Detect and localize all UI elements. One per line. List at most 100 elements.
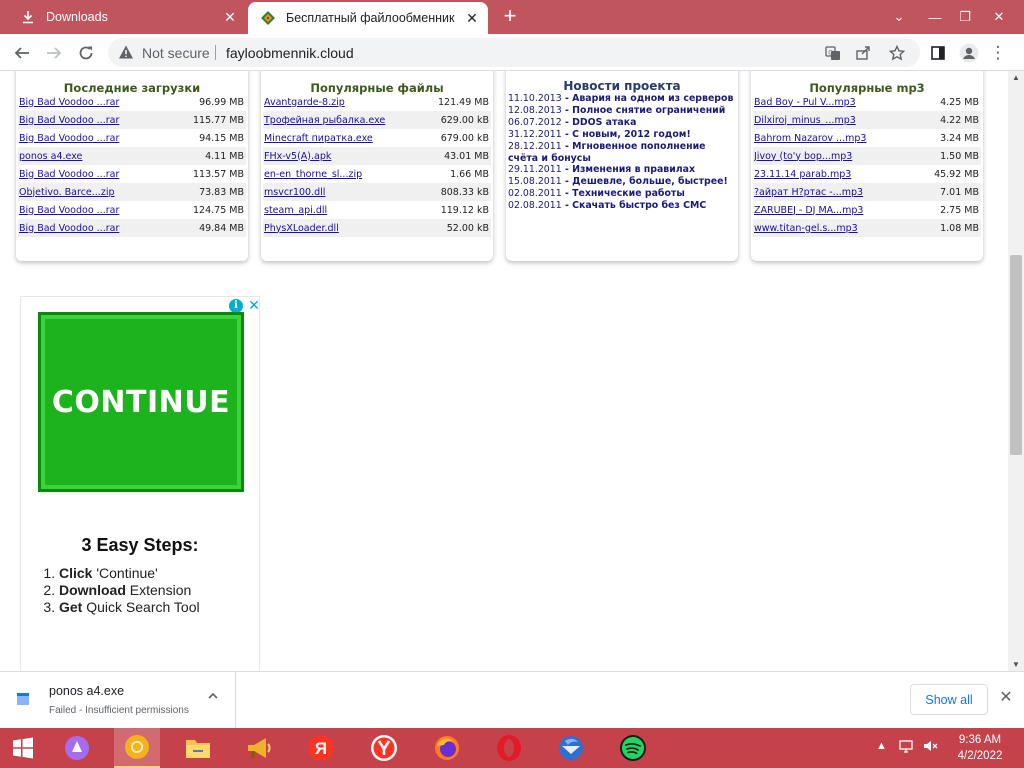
forward-button[interactable] <box>40 39 68 67</box>
file-link[interactable]: Minecraft пиратка.exe <box>264 133 441 144</box>
file-row: FHx-v5(A).apk 43.01 MB <box>263 147 491 165</box>
file-size: 96.99 MB <box>199 96 244 108</box>
megaphone-app-icon[interactable] <box>236 728 282 768</box>
yandex-browser-icon[interactable] <box>361 728 407 768</box>
scroll-down-icon[interactable]: ▼ <box>1012 660 1020 669</box>
file-link[interactable]: 23.11.14 parab.mp3 <box>754 169 934 180</box>
news-item[interactable]: 11.10.2013 - Авария на одном из серверов <box>508 93 738 105</box>
file-link[interactable]: ZARUBEJ - DJ MA...mp3 <box>754 205 940 216</box>
file-link[interactable]: FHx-v5(A).apk <box>264 151 444 162</box>
side-panel-icon[interactable] <box>924 39 952 67</box>
thunderbird-icon[interactable] <box>548 728 594 768</box>
news-title[interactable]: Полное снятие ограничений <box>572 105 725 116</box>
file-link[interactable]: msvcr100.dll <box>264 187 441 198</box>
close-window-button[interactable]: ✕ <box>982 0 1016 34</box>
file-row: Dilxiroj_minus_...mp3 4.22 MB <box>753 111 981 129</box>
yandex-icon[interactable]: Я <box>298 728 344 768</box>
news-item[interactable]: 02.08.2011 - Скачать быстро без СМС <box>508 200 738 212</box>
file-link[interactable]: Big Bad Voodoo ...rar <box>19 115 193 126</box>
bookmark-star-icon[interactable] <box>888 44 906 62</box>
file-link[interactable]: steam_api.dll <box>264 205 441 216</box>
warning-icon[interactable] <box>118 44 134 60</box>
news-title[interactable]: С новым, 2012 годом! <box>572 129 691 140</box>
download-item[interactable]: ponos a4.exe Failed - Insufficient permi… <box>0 672 236 728</box>
panel-title: Новости проекта <box>563 79 681 93</box>
tab-downloads[interactable]: Downloads ✕ <box>8 0 246 34</box>
file-link[interactable]: PhysXLoader.dll <box>264 223 447 234</box>
file-link[interactable]: ?айрат Н?ртас -...mp3 <box>754 187 940 198</box>
chrome-taskbar-icon[interactable] <box>114 728 160 768</box>
ad-continue-button[interactable]: CONTINUE <box>38 312 244 492</box>
restore-button[interactable]: ❐ <box>948 0 982 34</box>
firefox-icon[interactable] <box>424 728 470 768</box>
close-tab-icon[interactable]: ✕ <box>222 9 238 25</box>
network-icon[interactable] <box>898 738 914 757</box>
back-button[interactable] <box>8 39 36 67</box>
file-explorer-icon[interactable] <box>175 728 221 768</box>
file-row: Big Bad Voodoo ...rar 124.75 MB <box>18 201 246 219</box>
security-label[interactable]: Not secure <box>142 45 210 61</box>
close-shelf-icon[interactable]: ✕ <box>996 688 1016 708</box>
file-link[interactable]: www.titan-gel.s...mp3 <box>754 223 940 234</box>
file-link[interactable]: ponos a4.exe <box>19 151 205 162</box>
news-date: 31.12.2011 <box>508 128 562 140</box>
news-title[interactable]: Дешевле, больше, быстрее! <box>572 176 728 187</box>
news-title[interactable]: Скачать быстро без СМС <box>572 200 706 211</box>
ad-step-action: Get <box>59 599 83 615</box>
chevron-up-icon[interactable] <box>205 690 221 706</box>
ad-close-icon[interactable]: ✕ <box>247 297 261 313</box>
news-title[interactable]: Технические работы <box>572 188 685 199</box>
ad-info-icon[interactable]: i <box>229 299 243 313</box>
file-link[interactable]: Bad Boy - Pul V...mp3 <box>754 97 940 108</box>
tab-search-icon[interactable]: ⌄ <box>882 0 916 34</box>
file-link[interactable]: Objetivo. Barce...zip <box>19 187 199 198</box>
file-link[interactable]: en-en_thorne_sl...zip <box>264 169 450 180</box>
file-link[interactable]: Big Bad Voodoo ...rar <box>19 223 199 234</box>
news-item[interactable]: 29.11.2011 - Изменения в правилах <box>508 164 738 176</box>
file-link[interactable]: Трофейная рыбалка.exe <box>264 115 441 126</box>
news-title[interactable]: Авария на одном из серверов <box>572 93 733 104</box>
ad-step-text: Extension <box>125 582 192 598</box>
more-menu-icon[interactable]: ⋮ <box>984 39 1012 67</box>
page-scrollbar[interactable]: ▲ ▼ <box>1008 71 1024 671</box>
file-link[interactable]: Big Bad Voodoo ...rar <box>19 205 193 216</box>
file-link[interactable]: Bahrom Nazarov ...mp3 <box>754 133 940 144</box>
file-link[interactable]: Big Bad Voodoo ...rar <box>19 169 193 180</box>
profile-avatar-icon[interactable] <box>955 39 983 67</box>
show-hidden-icons-icon[interactable]: ▲ <box>876 740 887 752</box>
news-item[interactable]: 02.08.2011 - Технические работы <box>508 188 738 200</box>
alice-assistant-icon[interactable] <box>54 728 100 768</box>
news-item[interactable]: 31.12.2011 - С новым, 2012 годом! <box>508 129 738 141</box>
spotify-icon[interactable] <box>610 728 656 768</box>
news-title[interactable]: DDOS атака <box>572 117 636 128</box>
show-all-button[interactable]: Show all <box>910 684 988 715</box>
address-bar[interactable]: Not secure fayloobmennik.cloud G <box>108 38 920 67</box>
scrollbar-thumb[interactable] <box>1010 255 1022 455</box>
news-item[interactable]: 15.08.2011 - Дешевле, больше, быстрее! <box>508 176 738 188</box>
start-button[interactable] <box>0 728 46 768</box>
close-tab-icon[interactable]: ✕ <box>464 10 480 26</box>
translate-icon[interactable]: G <box>824 44 842 62</box>
system-clock[interactable]: 9:36 AM 4/2/2022 <box>950 732 1010 764</box>
file-row: Big Bad Voodoo ...rar 94.15 MB <box>18 129 246 147</box>
share-icon[interactable] <box>854 44 872 62</box>
file-link[interactable]: Avantgarde-8.zip <box>264 97 438 108</box>
file-link[interactable]: Big Bad Voodoo ...rar <box>19 133 199 144</box>
reload-button[interactable] <box>72 39 100 67</box>
file-link[interactable]: Dilxiroj_minus_...mp3 <box>754 115 940 126</box>
news-title[interactable]: Изменения в правилах <box>572 164 695 175</box>
url-text[interactable]: fayloobmennik.cloud <box>226 45 354 61</box>
tab-file-sharing[interactable]: Бесплатный файлообменник бе ✕ <box>248 2 488 34</box>
file-link[interactable]: Big Bad Voodoo ...rar <box>19 97 199 108</box>
news-item[interactable]: 12.08.2013 - Полное снятие ограничений <box>508 105 738 117</box>
new-tab-button[interactable]: + <box>498 5 522 29</box>
minimize-button[interactable]: — <box>918 0 952 34</box>
opera-icon[interactable] <box>486 728 532 768</box>
file-list: Bad Boy - Pul V...mp3 4.25 MB Dilxiroj_mi… <box>753 93 981 237</box>
news-item[interactable]: 06.07.2012 - DDOS атака <box>508 117 738 129</box>
news-item[interactable]: 28.12.2011 - Мгновенное пополнение счёта… <box>508 141 738 165</box>
file-link[interactable]: Jivoy (to'y bop...mp3 <box>754 151 940 162</box>
volume-muted-icon[interactable] <box>922 738 938 757</box>
download-status: Failed - Insufficient permissions <box>49 705 189 716</box>
scroll-up-icon[interactable]: ▲ <box>1012 73 1020 82</box>
